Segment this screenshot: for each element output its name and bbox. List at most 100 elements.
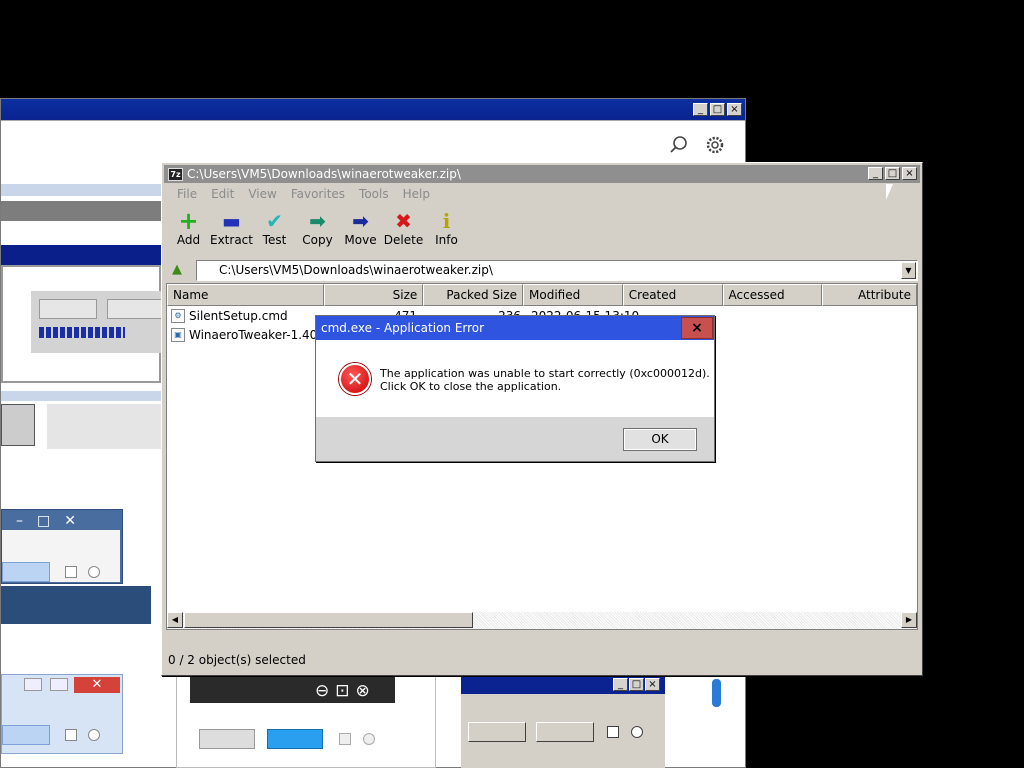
preview-band	[1, 586, 151, 624]
extract-button[interactable]: ▬ Extract	[210, 209, 253, 247]
address-bar: ▲ C:\Users\VM5\Downloads\winaerotweaker.…	[166, 259, 918, 281]
preview-panel	[1, 265, 166, 383]
preview-band	[1, 201, 161, 221]
maximize-button[interactable]: □	[885, 167, 900, 180]
info-icon: i	[442, 209, 451, 233]
delete-button[interactable]: ✖ Delete	[382, 209, 425, 247]
column-size[interactable]: Size	[323, 284, 424, 306]
cmd-file-icon: ⚙	[171, 308, 185, 323]
menu-help[interactable]: Help	[396, 187, 437, 201]
preview-checkbox	[65, 566, 77, 578]
horizontal-scrollbar[interactable]: ◀ ▶	[167, 612, 917, 629]
move-button[interactable]: ➡ Move	[339, 209, 382, 247]
column-name[interactable]: Name	[167, 284, 324, 306]
close-button[interactable]: ×	[681, 317, 713, 339]
column-packed-size[interactable]: Packed Size	[423, 284, 524, 306]
menu-tools[interactable]: Tools	[352, 187, 396, 201]
preview-button	[1, 404, 35, 446]
menu-file[interactable]: File	[170, 187, 204, 201]
search-icon[interactable]	[668, 135, 690, 157]
scroll-thumb[interactable]	[184, 612, 473, 628]
preview-window-body	[2, 530, 120, 582]
folder-up-icon[interactable]: ▲	[166, 260, 188, 280]
address-input[interactable]: C:\Users\VM5\Downloads\winaerotweaker.zi…	[196, 259, 918, 281]
zip-window-titlebar[interactable]: 7z C:\Users\VM5\Downloads\winaerotweaker…	[164, 165, 920, 183]
close-button[interactable]: ×	[902, 167, 917, 180]
gear-icon[interactable]	[704, 135, 726, 157]
preview-button	[107, 299, 165, 319]
column-created[interactable]: Created	[622, 284, 723, 306]
preview-close: ×	[645, 678, 660, 691]
dialog-footer: OK	[316, 417, 714, 461]
delete-icon: ✖	[395, 209, 412, 233]
address-text: C:\Users\VM5\Downloads\winaerotweaker.zi…	[219, 262, 493, 277]
preview-window-controls: –□✕	[16, 513, 90, 529]
menu-favorites[interactable]: Favorites	[284, 187, 352, 201]
file-name: WinaeroTweaker-1.40.0.	[189, 327, 333, 342]
preview-window: ⊖⊡⊗	[176, 676, 436, 768]
error-message-line1: The application was unable to start corr…	[380, 367, 710, 380]
copy-label: Copy	[302, 233, 333, 247]
status-bar: 0 / 2 object(s) selected	[168, 653, 306, 667]
maximize-button[interactable]: □	[710, 103, 725, 116]
extract-icon: ▬	[222, 209, 241, 233]
preview-input	[2, 725, 50, 745]
scroll-left-icon[interactable]: ◀	[167, 612, 183, 628]
error-message: The application was unable to start corr…	[380, 367, 710, 393]
preview-input	[2, 562, 50, 582]
preview-close: ✕	[74, 677, 120, 693]
preview-titlebar: _ □ ×	[461, 676, 665, 694]
preview-button	[199, 729, 255, 749]
preview-band	[1, 245, 161, 265]
menu-view[interactable]: View	[241, 187, 283, 201]
close-button[interactable]: ×	[727, 103, 742, 116]
preview-maximize: □	[629, 678, 644, 691]
error-dialog: cmd.exe - Application Error × ✕ The appl…	[315, 315, 715, 462]
preview-checkbox	[339, 733, 351, 745]
copy-button[interactable]: ➡ Copy	[296, 209, 339, 247]
add-button[interactable]: + Add	[167, 209, 210, 247]
preview-maximize	[50, 678, 68, 691]
column-modified[interactable]: Modified	[523, 284, 623, 306]
column-attributes[interactable]: Attribute	[822, 284, 917, 306]
preview-progress	[39, 327, 125, 338]
preview-minimize: _	[613, 678, 628, 691]
error-dialog-title: cmd.exe - Application Error	[321, 321, 485, 335]
preview-checkbox	[65, 729, 77, 741]
preview-button	[536, 722, 594, 742]
background-window-titlebar[interactable]: _ □ ×	[1, 99, 745, 121]
preview-checkbox	[607, 726, 619, 738]
test-icon: ✔	[266, 209, 283, 233]
column-accessed[interactable]: Accessed	[722, 284, 823, 306]
preview-band	[1, 391, 161, 401]
delete-label: Delete	[383, 233, 424, 247]
chevron-down-icon[interactable]: ▼	[901, 261, 916, 279]
preview-radio	[631, 726, 643, 738]
preview-panel	[47, 404, 161, 449]
move-icon: ➡	[352, 209, 369, 233]
ok-button[interactable]: OK	[623, 428, 697, 451]
exe-file-icon: ▣	[171, 327, 185, 342]
error-dialog-titlebar[interactable]: cmd.exe - Application Error ×	[316, 316, 714, 340]
info-button[interactable]: i Info	[425, 209, 468, 247]
preview-titlebar: ⊖⊡⊗	[190, 677, 395, 703]
preview-minimize	[24, 678, 42, 691]
menu-bar: File Edit View Favorites Tools Help	[170, 187, 437, 201]
move-label: Move	[344, 233, 377, 247]
preview-radio	[88, 729, 100, 741]
minimize-button[interactable]: _	[693, 103, 708, 116]
minimize-button[interactable]: _	[868, 167, 883, 180]
preview-window: –□✕	[1, 509, 123, 584]
preview-button	[267, 729, 323, 749]
preview-button	[468, 722, 526, 742]
7zip-logo-icon: 7z	[168, 167, 183, 181]
preview-radio	[88, 566, 100, 578]
preview-window: ✕	[1, 674, 123, 754]
menu-edit[interactable]: Edit	[204, 187, 241, 201]
error-message-line2: Click OK to close the application.	[380, 380, 562, 393]
scroll-right-icon[interactable]: ▶	[901, 612, 917, 628]
preview-window-controls: ⊖⊡⊗	[315, 681, 376, 701]
test-button[interactable]: ✔ Test	[253, 209, 296, 247]
preview-radio	[363, 733, 375, 745]
info-label: Info	[435, 233, 458, 247]
